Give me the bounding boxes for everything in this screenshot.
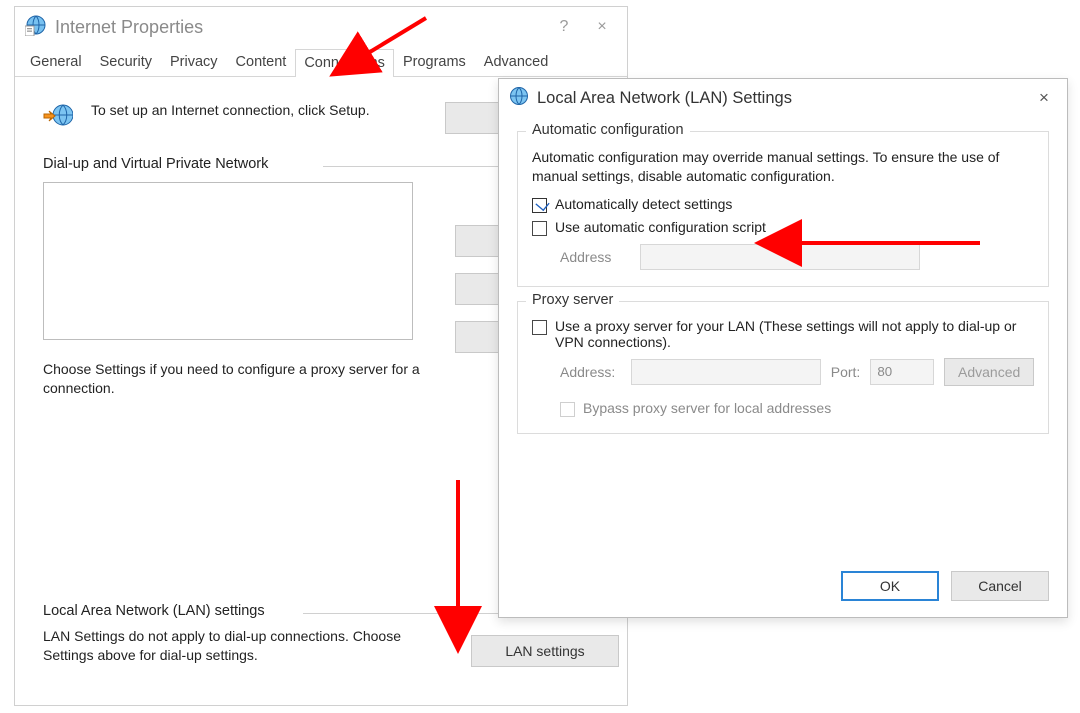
tab-privacy[interactable]: Privacy [161, 48, 227, 76]
use-proxy-label: Use a proxy server for your LAN (These s… [555, 318, 1034, 350]
globe-arrow-icon [43, 102, 73, 128]
proxy-address-label: Address: [560, 364, 621, 380]
bypass-proxy-label: Bypass proxy server for local addresses [583, 400, 831, 416]
use-proxy-checkbox[interactable] [532, 320, 547, 335]
dialup-listbox[interactable] [43, 182, 413, 340]
tab-general[interactable]: General [21, 48, 91, 76]
close-button[interactable]: × [583, 18, 621, 36]
auto-address-label: Address [560, 249, 630, 265]
setup-text: To set up an Internet connection, click … [91, 102, 391, 118]
proxy-port-label: Port: [831, 364, 861, 380]
proxy-server-group: Proxy server Use a proxy server for your… [517, 301, 1049, 434]
group-legend: Proxy server [526, 292, 619, 308]
lan-settings-dialog: Local Area Network (LAN) Settings × Auto… [498, 78, 1068, 618]
tab-advanced[interactable]: Advanced [475, 48, 558, 76]
choose-settings-text: Choose Settings if you need to configure… [43, 360, 453, 398]
group-legend: Automatic configuration [526, 122, 690, 138]
auto-script-label: Use automatic configuration script [555, 219, 766, 235]
auto-script-checkbox[interactable] [532, 221, 547, 236]
tab-connections[interactable]: Connections [295, 49, 394, 77]
globe-icon [25, 14, 55, 41]
cancel-button[interactable]: Cancel [951, 571, 1049, 601]
title-bar: Internet Properties ? × [15, 7, 627, 47]
globe-icon [509, 86, 537, 111]
tab-security[interactable]: Security [91, 48, 161, 76]
auto-config-description: Automatic configuration may override man… [532, 148, 1034, 186]
tabs: General Security Privacy Content Connect… [15, 47, 627, 77]
bypass-proxy-checkbox[interactable] [560, 402, 575, 417]
title-bar: Local Area Network (LAN) Settings × [499, 79, 1067, 117]
close-button[interactable]: × [1027, 88, 1061, 108]
ok-button[interactable]: OK [841, 571, 939, 601]
auto-detect-checkbox[interactable] [532, 198, 547, 213]
auto-detect-label: Automatically detect settings [555, 196, 732, 212]
advanced-button[interactable]: Advanced [944, 358, 1034, 386]
auto-address-input[interactable] [640, 244, 920, 270]
help-button[interactable]: ? [545, 18, 583, 36]
tab-programs[interactable]: Programs [394, 48, 475, 76]
lan-help-text: LAN Settings do not apply to dial-up con… [43, 627, 443, 665]
automatic-configuration-group: Automatic configuration Automatic config… [517, 131, 1049, 287]
proxy-port-input[interactable] [870, 359, 934, 385]
window-title: Internet Properties [55, 17, 203, 38]
proxy-address-input[interactable] [631, 359, 821, 385]
window-title: Local Area Network (LAN) Settings [537, 89, 792, 108]
lan-settings-button[interactable]: LAN settings [471, 635, 619, 667]
tab-content[interactable]: Content [227, 48, 296, 76]
